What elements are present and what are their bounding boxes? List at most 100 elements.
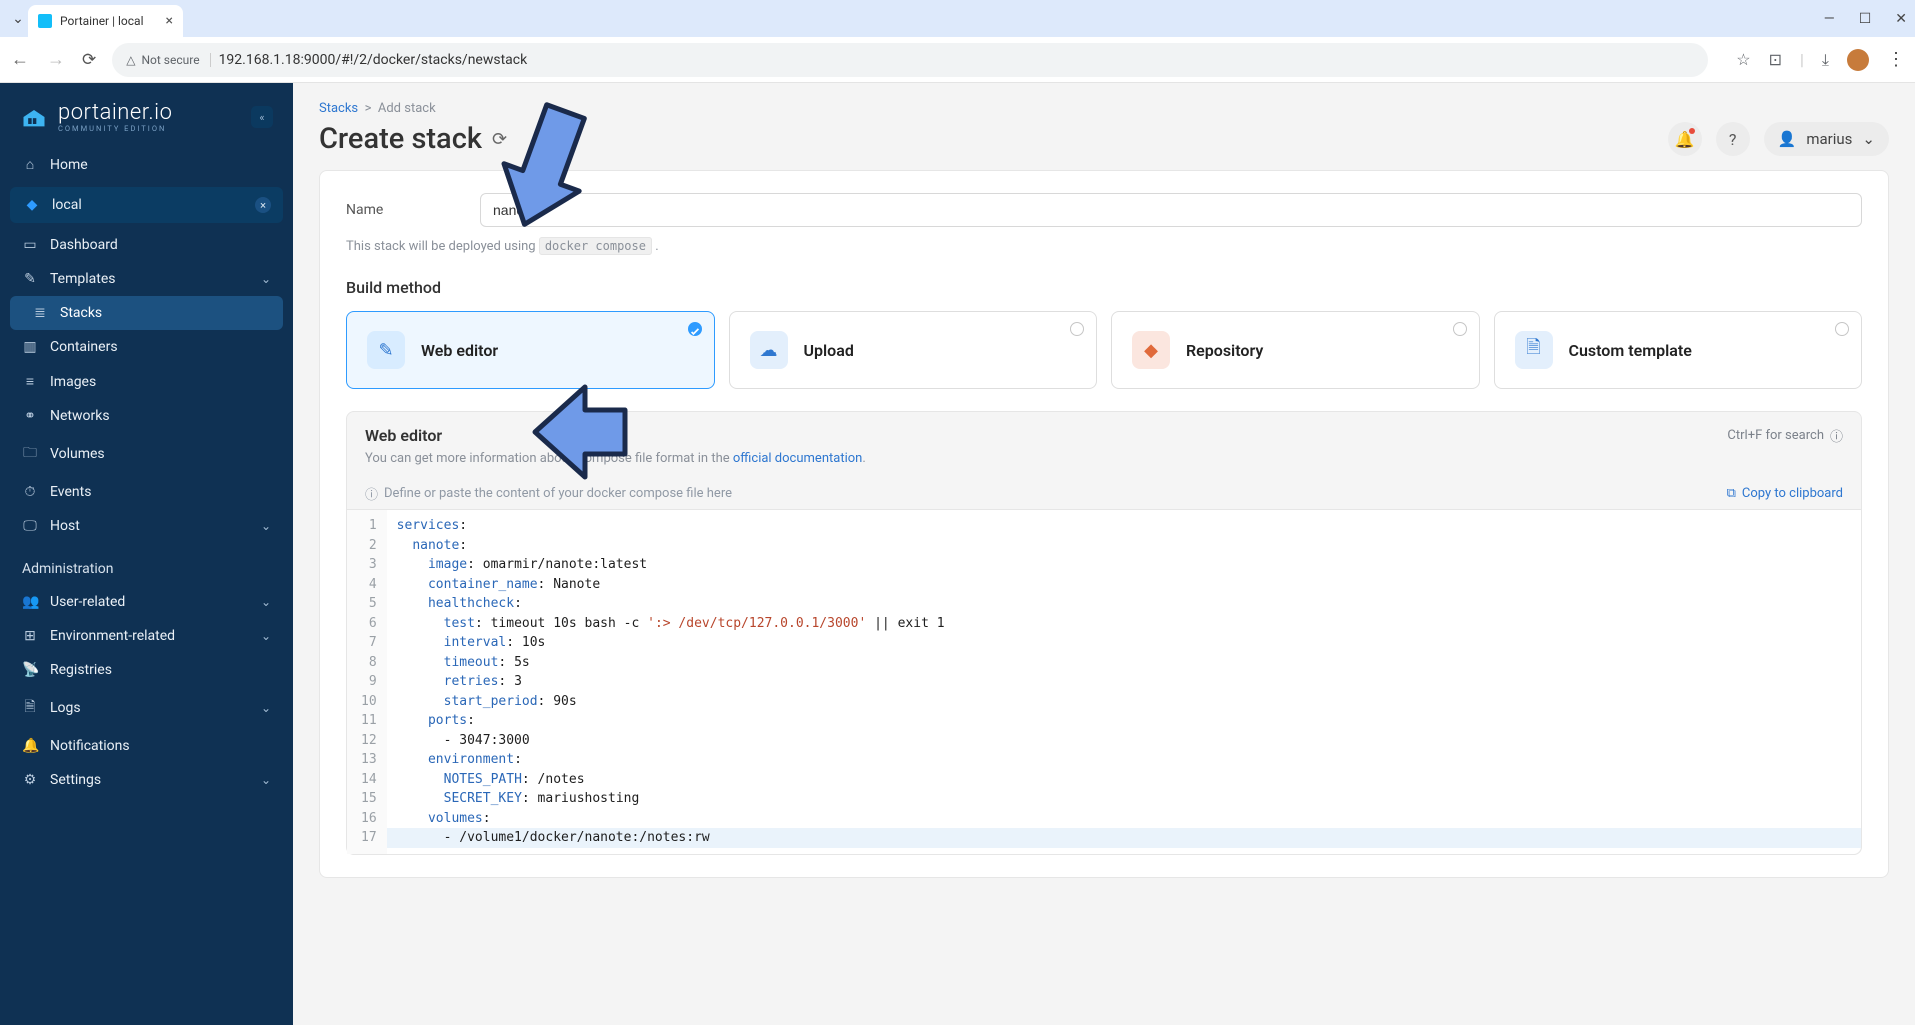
build-method-repository[interactable]: ◆ Repository — [1111, 311, 1480, 389]
chevron-down-icon: ⌄ — [261, 519, 271, 533]
sidebar-label: Logs — [50, 700, 81, 716]
close-environment-icon[interactable]: × — [255, 197, 271, 213]
insecure-icon: △ — [126, 53, 135, 67]
build-method-custom-template[interactable]: 🗎 Custom template — [1494, 311, 1863, 389]
build-method-upload[interactable]: ☁ Upload — [729, 311, 1098, 389]
sidebar-section-administration: Administration — [0, 543, 293, 585]
dashboard-icon: ▭ — [22, 237, 38, 253]
sidebar-label: Volumes — [50, 446, 105, 462]
radio-indicator-icon — [1835, 322, 1849, 336]
brand: portainer.io COMMUNITY EDITION « — [0, 93, 293, 147]
sidebar-item-registries[interactable]: 📡Registries — [0, 653, 293, 687]
tab-list-dropdown-icon[interactable]: ⌄ — [8, 11, 28, 27]
compose-code-editor[interactable]: 1234567891011121314151617 services: nano… — [347, 509, 1861, 854]
browser-toolbar: ← → ⟳ △ Not secure 192.168.1.18:9000/#!/… — [0, 37, 1915, 83]
page-title: Create stack ⟳ — [319, 122, 507, 156]
sidebar-label: Settings — [50, 772, 101, 788]
chevron-down-icon: ⌄ — [261, 629, 271, 643]
networks-icon: ⚭ — [22, 408, 38, 424]
collapse-sidebar-button[interactable]: « — [251, 106, 273, 128]
sidebar-item-user-related[interactable]: 👥User-related⌄ — [0, 585, 293, 619]
notifications-button[interactable]: 🔔 — [1668, 122, 1702, 156]
docker-icon: ◆ — [24, 197, 40, 213]
sidebar-item-stacks[interactable]: ≣Stacks — [10, 296, 283, 330]
selected-indicator-icon — [688, 322, 702, 336]
bookmark-star-icon[interactable]: ☆ — [1736, 50, 1750, 69]
profile-avatar[interactable] — [1847, 49, 1869, 71]
documentation-link[interactable]: official documentation — [733, 451, 862, 466]
chevron-down-icon: ⌄ — [1862, 130, 1875, 148]
home-icon: ⌂ — [22, 156, 38, 173]
sidebar-label: Registries — [50, 662, 112, 678]
sidebar-environment-head[interactable]: ◆ local × — [10, 187, 283, 223]
build-method-web-editor[interactable]: ✎ Web editor — [346, 311, 715, 389]
sidebar-item-containers[interactable]: ▥Containers — [0, 330, 293, 364]
sidebar-item-images[interactable]: ≡Images — [0, 364, 293, 399]
sidebar-item-environment-related[interactable]: ⊞ Environment-related ⌄ — [0, 619, 293, 653]
sidebar-label: User-related — [50, 594, 125, 610]
close-tab-icon[interactable]: × — [166, 13, 173, 29]
search-hint: Ctrl+F for search — [1727, 428, 1824, 443]
tab-title: Portainer | local — [60, 14, 144, 28]
templates-icon: ✎ — [22, 271, 38, 287]
back-icon[interactable]: ← — [10, 49, 30, 70]
sidebar-item-host[interactable]: 🖵Host⌄ — [0, 509, 293, 543]
downloads-icon[interactable]: ⤓ — [1822, 50, 1829, 70]
copy-icon: ⧉ — [1727, 486, 1736, 501]
address-bar[interactable]: △ Not secure 192.168.1.18:9000/#!/2/dock… — [112, 43, 1708, 77]
sidebar-label: Stacks — [60, 305, 102, 321]
browser-tab-strip: ⌄ Portainer | local × — ☐ ✕ — [0, 0, 1915, 37]
gear-icon: ⚙ — [22, 772, 38, 788]
sidebar-item-notifications[interactable]: 🔔Notifications — [0, 729, 293, 763]
user-menu[interactable]: 👤 marius ⌄ — [1764, 122, 1889, 156]
editor-placeholder-hint: Define or paste the content of your dock… — [384, 486, 732, 501]
sidebar-label: Templates — [50, 271, 116, 287]
sidebar: portainer.io COMMUNITY EDITION « ⌂ Home … — [0, 83, 293, 1025]
info-icon: ⓘ — [365, 484, 378, 503]
web-editor-panel: Web editor Ctrl+F for search ⓘ You can g… — [346, 411, 1862, 855]
chevron-down-icon: ⌄ — [261, 701, 271, 715]
sidebar-label: Home — [50, 157, 88, 173]
sidebar-item-dashboard[interactable]: ▭ Dashboard — [0, 228, 293, 262]
tab-favicon — [38, 14, 52, 28]
sidebar-item-logs[interactable]: 🗎Logs⌄ — [0, 687, 293, 729]
minimize-icon[interactable]: — — [1824, 11, 1835, 27]
sidebar-label: Environment-related — [50, 628, 175, 644]
sidebar-label: Host — [50, 518, 80, 534]
brand-title: portainer.io — [58, 101, 172, 125]
breadcrumb-link-stacks[interactable]: Stacks — [319, 101, 358, 116]
forward-icon: → — [46, 49, 66, 70]
sidebar-item-home[interactable]: ⌂ Home — [0, 147, 293, 182]
sidebar-item-events[interactable]: ⏱Events — [0, 475, 293, 509]
extensions-icon[interactable]: ⊡ — [1769, 50, 1782, 69]
images-icon: ≡ — [22, 373, 38, 390]
sidebar-label: Events — [50, 484, 91, 500]
env-icon: ⊞ — [22, 628, 38, 644]
sidebar-item-templates[interactable]: ✎Templates⌄ — [0, 262, 293, 296]
build-method-label: Custom template — [1569, 341, 1692, 360]
chevron-down-icon: ⌄ — [261, 595, 271, 609]
sidebar-item-volumes[interactable]: 🗀Volumes — [0, 433, 293, 475]
bell-icon: 🔔 — [22, 738, 38, 754]
close-window-icon[interactable]: ✕ — [1895, 11, 1907, 27]
sidebar-item-networks[interactable]: ⚭ Networks — [0, 399, 293, 433]
sidebar-label: Networks — [50, 408, 110, 424]
sidebar-env-name: local — [52, 197, 82, 213]
refresh-icon[interactable]: ⟳ — [492, 129, 507, 150]
maximize-icon[interactable]: ☐ — [1859, 11, 1872, 27]
url-text: 192.168.1.18:9000/#!/2/docker/stacks/new… — [219, 52, 528, 68]
stack-name-input[interactable] — [480, 193, 1862, 227]
deploy-hint: This stack will be deployed using docker… — [346, 239, 1862, 254]
reload-icon[interactable]: ⟳ — [82, 50, 96, 70]
sidebar-label: Dashboard — [50, 237, 118, 253]
help-icon[interactable]: ⓘ — [1830, 426, 1843, 445]
security-label: Not secure — [141, 53, 199, 67]
help-button[interactable]: ? — [1716, 122, 1750, 156]
containers-icon: ▥ — [22, 339, 38, 355]
breadcrumb: Stacks > Add stack — [293, 83, 1915, 122]
editor-description: You can get more information about Compo… — [347, 451, 1861, 476]
browser-menu-icon[interactable]: ⋮ — [1887, 49, 1905, 70]
sidebar-item-settings[interactable]: ⚙Settings⌄ — [0, 763, 293, 797]
browser-tab[interactable]: Portainer | local × — [28, 5, 183, 37]
copy-to-clipboard-button[interactable]: ⧉ Copy to clipboard — [1727, 486, 1843, 501]
